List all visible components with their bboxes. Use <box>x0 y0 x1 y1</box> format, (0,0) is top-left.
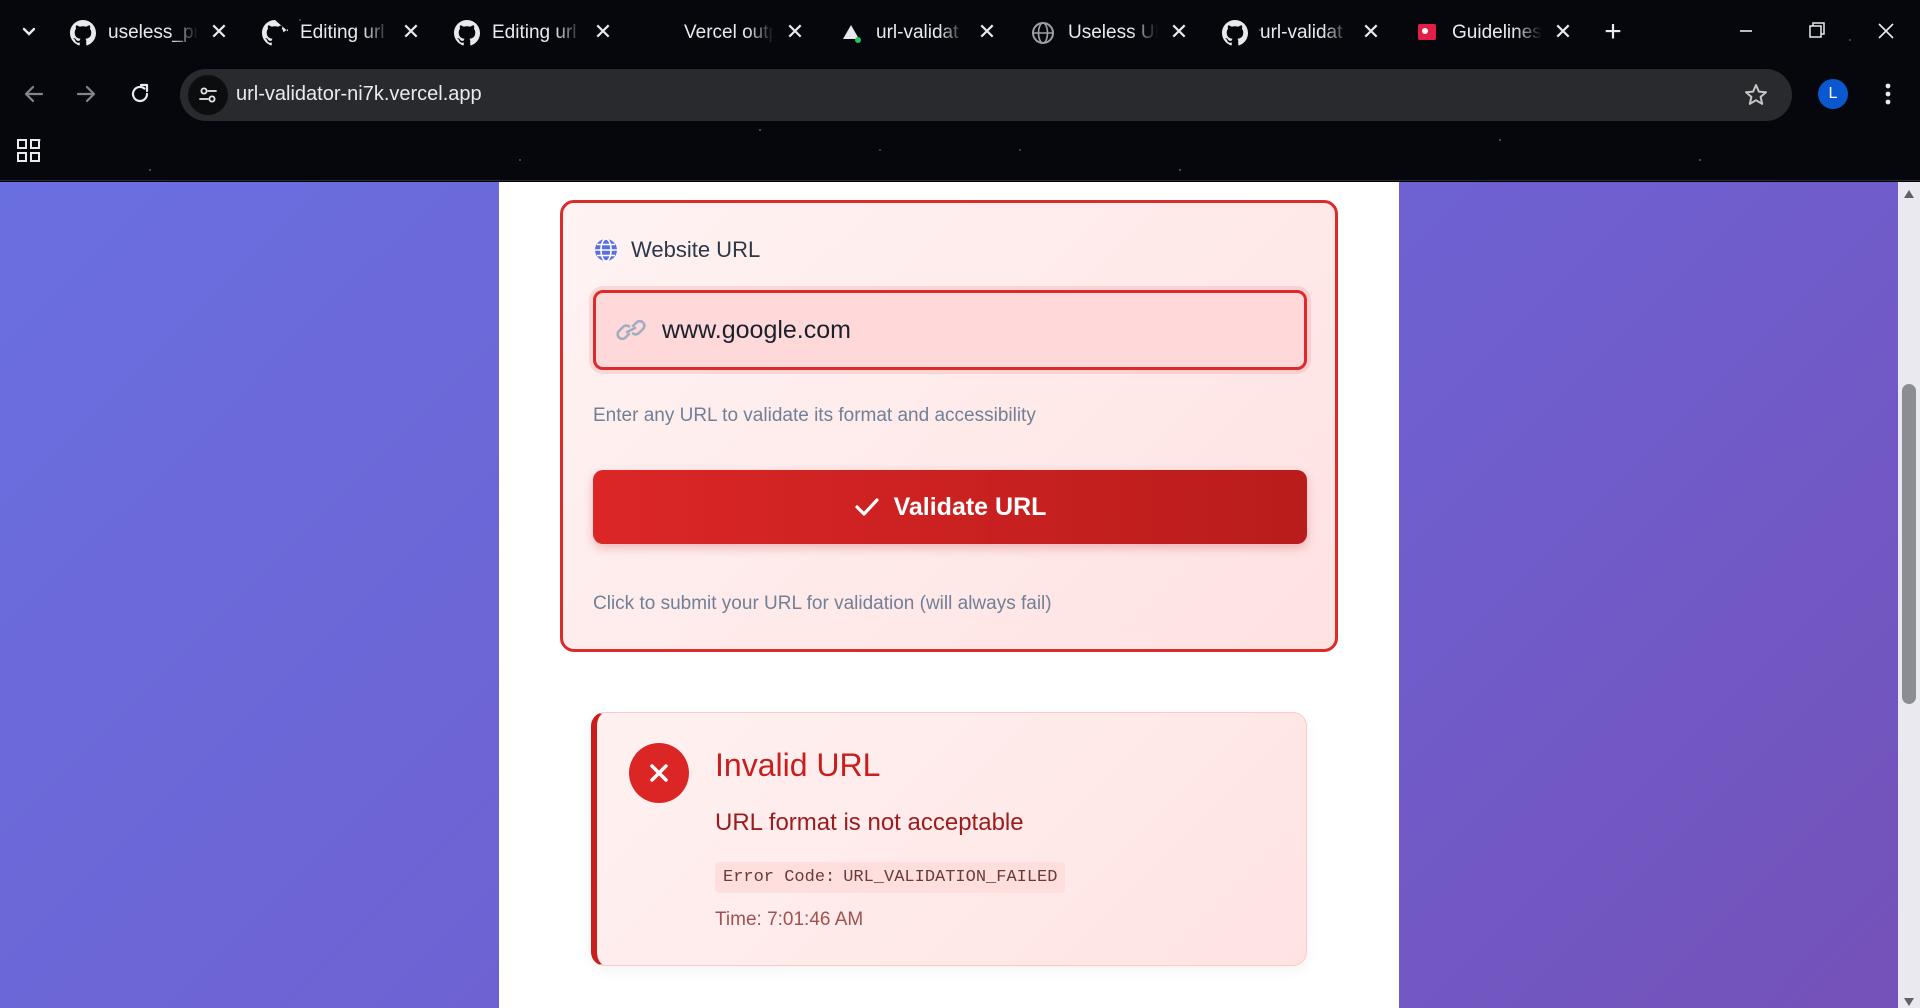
address-bar[interactable]: url-validator-ni7k.vercel.app <box>180 69 1792 121</box>
window-close-icon[interactable] <box>1866 16 1906 46</box>
page-viewport: Website URL Enter any URL to validate it… <box>0 182 1920 1008</box>
browser-chrome: useless_pro ✕ Editing url ✕ Editing url … <box>0 0 1920 181</box>
website-url-label: Website URL <box>631 237 761 262</box>
tab-vercel-output[interactable]: Vercel outp ✕ <box>636 13 826 53</box>
back-arrow-icon[interactable] <box>16 76 52 112</box>
checkmark-icon <box>854 496 880 518</box>
blank-favicon-icon <box>646 20 672 46</box>
forward-arrow-icon[interactable] <box>68 76 104 112</box>
tab-strip: useless_pro ✕ Editing url ✕ Editing url … <box>0 8 1920 54</box>
bookmarks-bar <box>0 130 1920 174</box>
globe-icon <box>1030 20 1056 46</box>
error-code-value: URL_VALIDATION_FAILED <box>843 868 1058 887</box>
submit-note: Click to submit your URL for validation … <box>593 593 1052 614</box>
restore-icon[interactable] <box>1796 16 1836 46</box>
scrollbar-thumb[interactable] <box>1902 384 1916 704</box>
page-scrollbar[interactable] <box>1898 182 1920 1008</box>
tab-useless-pro[interactable]: useless_pro ✕ <box>60 13 250 53</box>
error-code-label: Error Code: <box>723 868 836 887</box>
guidelines-icon <box>1414 20 1440 46</box>
globe-icon <box>593 237 619 263</box>
github-icon <box>262 20 288 46</box>
validation-result: Invalid URL URL format is not acceptable… <box>591 712 1307 966</box>
tab-guidelines[interactable]: Guidelines ✕ <box>1404 13 1594 53</box>
error-code-badge: Error Code: URL_VALIDATION_FAILED <box>715 862 1066 893</box>
new-tab-plus-icon[interactable]: + <box>1598 17 1628 48</box>
scroll-down-arrow-icon[interactable] <box>1903 994 1915 1006</box>
help-text: Enter any URL to validate its format and… <box>593 405 1036 426</box>
address-url[interactable]: url-validator-ni7k.vercel.app <box>236 83 482 106</box>
close-icon[interactable]: ✕ <box>784 21 806 43</box>
reload-icon[interactable] <box>122 76 158 112</box>
tab-title: url-validat <box>1260 22 1343 43</box>
apps-grid-icon[interactable] <box>14 136 44 166</box>
tab-useless-url[interactable]: Useless UR ✕ <box>1020 13 1210 53</box>
url-input-container[interactable] <box>593 290 1307 370</box>
tab-title: Editing url <box>300 22 385 43</box>
tab-title: Useless UR <box>1068 22 1158 43</box>
result-title: Invalid URL <box>715 747 881 783</box>
github-icon <box>1222 20 1248 46</box>
validate-url-button[interactable]: Validate URL <box>593 470 1307 544</box>
close-icon[interactable]: ✕ <box>976 21 998 43</box>
close-icon[interactable]: ✕ <box>1552 21 1574 43</box>
validate-button-label: Validate URL <box>893 492 1047 521</box>
close-icon[interactable]: ✕ <box>208 21 230 43</box>
tab-title: url-validat <box>876 22 959 43</box>
url-form: Website URL Enter any URL to validate it… <box>560 200 1338 652</box>
scroll-up-arrow-icon[interactable] <box>1903 186 1915 198</box>
close-icon[interactable]: ✕ <box>400 21 422 43</box>
tab-title: useless_pro <box>108 22 198 43</box>
tab-editing-url-1[interactable]: Editing url ✕ <box>252 13 442 53</box>
close-icon[interactable]: ✕ <box>1168 21 1190 43</box>
tab-title: Vercel outp <box>684 22 774 43</box>
tab-title: Editing url <box>492 22 577 43</box>
tab-title: Guidelines <box>1452 22 1542 43</box>
link-icon <box>616 317 646 343</box>
tab-url-validator-vercel[interactable]: url-validat ✕ <box>828 13 1018 53</box>
site-info-tune-icon[interactable] <box>188 75 228 115</box>
url-input[interactable] <box>662 293 1282 367</box>
field-label: Website URL <box>593 237 760 263</box>
error-x-icon <box>629 743 689 803</box>
tab-editing-url-2[interactable]: Editing url ✕ <box>444 13 634 53</box>
tab-url-validator-github[interactable]: url-validat ✕ <box>1212 13 1402 53</box>
more-menu-icon[interactable] <box>1876 78 1900 110</box>
profile-avatar[interactable]: L <box>1818 79 1848 109</box>
tab-search-chevron-icon[interactable] <box>14 16 44 46</box>
github-icon <box>70 20 96 46</box>
close-icon[interactable]: ✕ <box>1360 21 1382 43</box>
page-card: Website URL Enter any URL to validate it… <box>499 182 1399 1008</box>
result-time: Time: 7:01:46 AM <box>715 909 864 930</box>
github-icon <box>454 20 480 46</box>
bookmark-star-icon[interactable] <box>1742 81 1770 109</box>
result-message: URL format is not acceptable <box>715 809 1024 836</box>
close-icon[interactable]: ✕ <box>592 21 614 43</box>
vercel-icon <box>838 20 864 46</box>
minimize-icon[interactable] <box>1726 16 1766 46</box>
browser-toolbar: url-validator-ni7k.vercel.app L <box>0 66 1920 122</box>
